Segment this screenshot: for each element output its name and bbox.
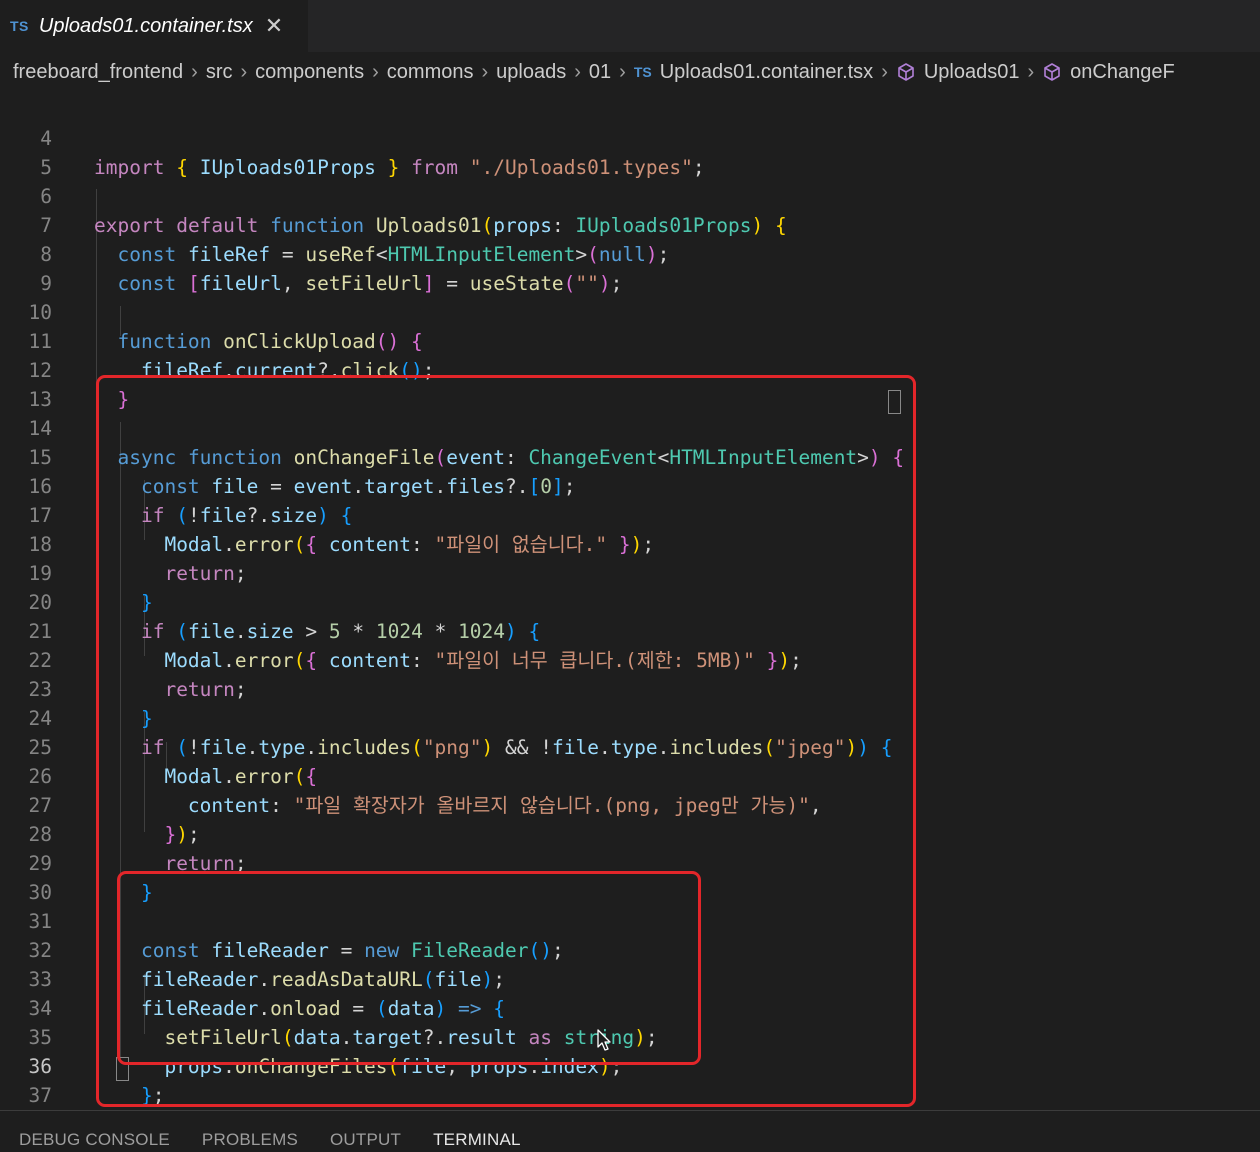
- code-line: 5: [0, 124, 1260, 179]
- breadcrumb-item-file[interactable]: TS Uploads01.container.tsx: [634, 61, 873, 84]
- code-editor[interactable]: 4 import { IUploads01Props } from "./Upl…: [0, 92, 1260, 1136]
- chevron-right-icon: ›: [619, 60, 626, 83]
- code-line: 35 props.onChangeFiles(file, props.index…: [0, 994, 1260, 1078]
- chevron-right-icon: ›: [191, 60, 198, 83]
- bracket-match-highlight: [888, 390, 901, 414]
- code-line: 9: [0, 240, 1260, 295]
- chevron-right-icon: ›: [574, 60, 581, 83]
- code-line: 17 Modal.error({ content: "파일이 없습니다." })…: [0, 472, 1260, 556]
- tab-uploads01-container[interactable]: TS Uploads01.container.tsx ✕: [0, 0, 308, 52]
- breadcrumb-item-01[interactable]: 01: [589, 61, 611, 84]
- chevron-right-icon: ›: [372, 60, 379, 83]
- code-line: 21 Modal.error({ content: "파일이 너무 큽니다.(제…: [0, 588, 1260, 672]
- breadcrumb-symbol-label: onChangeF: [1070, 60, 1175, 83]
- tab-output[interactable]: OUTPUT: [330, 1130, 401, 1152]
- code-line: 14 async function onChangeFile(event: Ch…: [0, 385, 1260, 469]
- code-line-active: 36 };: [0, 1023, 1260, 1107]
- code-line: 19 }: [0, 530, 1260, 614]
- breadcrumb-item-symbol-uploads01[interactable]: Uploads01: [896, 60, 1020, 84]
- code-line: 25 Modal.error({: [0, 704, 1260, 788]
- code-line: 6 export default function Uploads01(prop…: [0, 153, 1260, 237]
- close-icon[interactable]: ✕: [265, 15, 283, 37]
- code-line: 38: [0, 1081, 1260, 1136]
- code-line: 11 fileRef.current?.click();: [0, 298, 1260, 382]
- code-line: 32 fileReader.readAsDataURL(file);: [0, 907, 1260, 991]
- code-line: 15 const file = event.target.files?.[0];: [0, 414, 1260, 498]
- code-line: 18 return;: [0, 501, 1260, 585]
- code-line: 22 return;: [0, 617, 1260, 701]
- breadcrumb-item-freeboard-frontend[interactable]: freeboard_frontend: [13, 61, 183, 84]
- breadcrumb-item-components[interactable]: components: [255, 61, 364, 84]
- code-line: 34 setFileUrl(data.target?.result as str…: [0, 965, 1260, 1049]
- typescript-icon: TS: [10, 18, 29, 34]
- breadcrumb-symbol-label: Uploads01: [923, 60, 1020, 83]
- chevron-right-icon: ›: [881, 60, 888, 83]
- code-line: 13: [0, 356, 1260, 411]
- code-line: 8 const [fileUrl, setFileUrl] = useState…: [0, 211, 1260, 295]
- code-line: 26 content: "파일 확장자가 올바르지 않습니다.(png, jpe…: [0, 733, 1260, 817]
- breadcrumb-item-symbol-onchangefile[interactable]: onChangeF: [1042, 61, 1175, 84]
- code-line: 10 function onClickUpload() {: [0, 269, 1260, 353]
- code-line: 20 if (file.size > 5 * 1024 * 1024) {: [0, 559, 1260, 643]
- bracket-match-highlight: [116, 1057, 129, 1081]
- panel-tab-bar: DEBUG CONSOLE PROBLEMS OUTPUT TERMINAL: [0, 1110, 1260, 1152]
- breadcrumb-item-uploads[interactable]: uploads: [496, 61, 566, 84]
- tab-terminal[interactable]: TERMINAL: [433, 1130, 521, 1152]
- code-line: 7 const fileRef = useRef<HTMLInputElemen…: [0, 182, 1260, 266]
- tab-title: Uploads01.container.tsx: [38, 14, 253, 37]
- cube-icon: [1044, 63, 1060, 81]
- cube-icon: [898, 63, 914, 81]
- mouse-pointer-icon: [597, 1029, 611, 1051]
- code-line: 30: [0, 849, 1260, 904]
- code-line: 29 }: [0, 820, 1260, 904]
- tab-debug-console[interactable]: DEBUG CONSOLE: [19, 1130, 170, 1152]
- breadcrumb: freeboard_frontend › src › components › …: [0, 52, 1260, 92]
- typescript-icon: TS: [633, 64, 652, 80]
- code-line: 16 if (!file?.size) {: [0, 443, 1260, 527]
- chevron-right-icon: ›: [240, 60, 248, 83]
- chevron-right-icon: ›: [481, 60, 489, 83]
- code-line: 31 const fileReader = new FileReader();: [0, 878, 1260, 962]
- code-line: 12 }: [0, 327, 1260, 411]
- code-line: 27 });: [0, 762, 1260, 846]
- code-line: 37 }: [0, 1052, 1260, 1136]
- breadcrumb-item-commons[interactable]: commons: [387, 61, 474, 84]
- breadcrumb-file-label: Uploads01.container.tsx: [659, 60, 874, 83]
- editor-tab-bar: TS Uploads01.container.tsx ✕: [0, 0, 1260, 52]
- breadcrumb-item-src[interactable]: src: [206, 61, 233, 84]
- code-line: 28 return;: [0, 791, 1260, 875]
- tab-problems[interactable]: PROBLEMS: [202, 1130, 298, 1152]
- code-line: 24 if (!file.type.includes("png") && !fi…: [0, 675, 1260, 759]
- code-line: 33 fileReader.onload = (data) => {: [0, 936, 1260, 1020]
- code-line: 23 }: [0, 646, 1260, 730]
- chevron-right-icon: ›: [1027, 60, 1035, 83]
- vscode-window: TS Uploads01.container.tsx ✕ freeboard_f…: [0, 0, 1260, 1152]
- code-line: 4 import { IUploads01Props } from "./Upl…: [0, 95, 1260, 179]
